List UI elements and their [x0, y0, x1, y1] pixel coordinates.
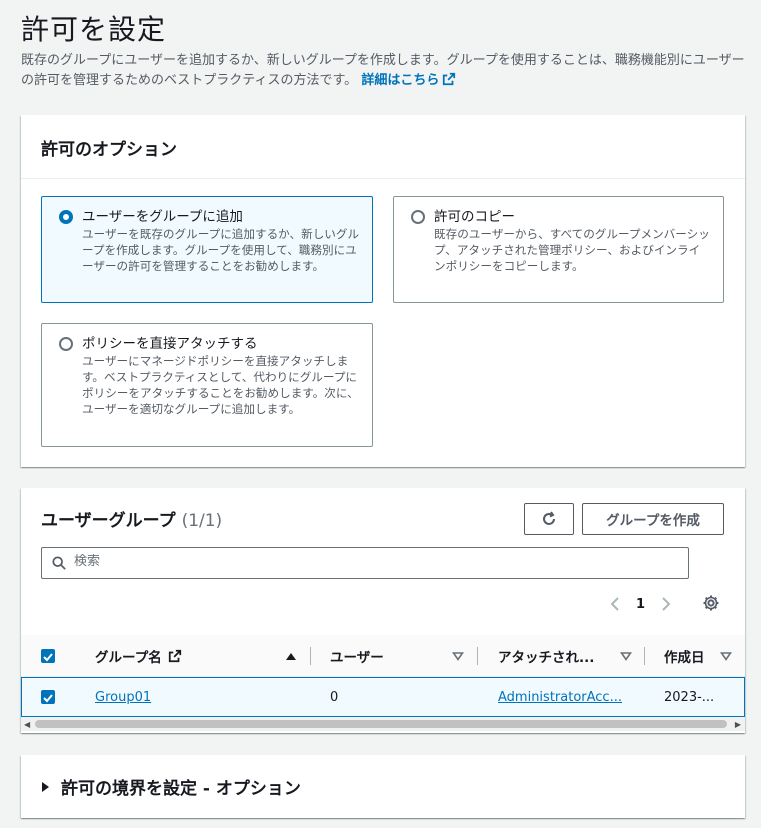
option-title: ユーザーをグループに追加 [82, 209, 243, 225]
pagination: 1 [608, 592, 673, 616]
caret-right-icon [42, 781, 49, 792]
gear-icon[interactable] [702, 594, 720, 612]
option-add-to-group[interactable]: ユーザーをグループに追加 ユーザーを既存のグループに追加するか、新しいグループを… [41, 196, 373, 303]
permission-options-panel: 許可のオプション ユーザーをグループに追加 ユーザーを既存のグループに追加するか… [21, 115, 745, 467]
horizontal-scrollbar[interactable]: ◀ ▶ [21, 717, 745, 731]
sort-ascending-icon[interactable] [285, 651, 297, 661]
scroll-left-icon[interactable]: ◀ [24, 720, 30, 729]
policy-link[interactable]: AdministratorAcc... [498, 690, 622, 705]
page-number[interactable]: 1 [636, 597, 645, 612]
cell-policies: AdministratorAcc... [498, 678, 622, 716]
sort-icon[interactable] [452, 651, 464, 661]
radio-button[interactable] [59, 210, 73, 224]
column-divider[interactable] [310, 647, 311, 665]
row-checkbox[interactable] [41, 690, 55, 704]
refresh-icon [543, 511, 555, 525]
option-desc: ユーザーにマネージドポリシーを直接アタッチします。ベストプラクティスとして、代わ… [82, 354, 359, 416]
groups-title: ユーザーグループ (1/1) [41, 506, 222, 531]
chevron-right-icon[interactable] [659, 596, 673, 612]
cell-created: 2023-... [664, 689, 715, 705]
learn-more-label: 詳細はこちら [361, 73, 440, 88]
option-desc: 既存のユーザーから、すべてのグループメンバーシップ、アタッチされた管理ポリシー、… [434, 227, 710, 273]
option-desc: ユーザーを既存のグループに追加するか、新しいグループを作成します。グループを使用… [82, 227, 360, 273]
scroll-right-icon[interactable]: ▶ [735, 720, 741, 729]
radio-button[interactable] [411, 210, 425, 224]
option-copy-permissions[interactable]: 許可のコピー 既存のユーザーから、すべてのグループメンバーシップ、アタッチされた… [393, 196, 724, 303]
column-users[interactable]: ユーザー [330, 635, 384, 677]
column-created[interactable]: 作成日 [664, 635, 705, 677]
user-groups-panel: ユーザーグループ (1/1) グループを作成 1 グループ名 ユーザー アタッチ… [21, 488, 745, 733]
permissions-boundary-panel[interactable]: 許可の境界を設定 - オプション [21, 755, 745, 818]
column-attached-policies[interactable]: アタッチされ... [498, 635, 594, 677]
radio-button[interactable] [59, 337, 73, 351]
refresh-button[interactable] [524, 503, 574, 535]
page-title: 許可を設定 [21, 13, 167, 46]
search-icon [52, 556, 66, 570]
column-divider[interactable] [477, 647, 478, 665]
select-all-checkbox[interactable] [41, 649, 55, 663]
group-link[interactable]: Group01 [95, 690, 151, 705]
create-group-button[interactable]: グループを作成 [582, 503, 724, 535]
scrollbar-thumb[interactable] [35, 720, 727, 728]
groups-title-text: ユーザーグループ [41, 511, 176, 531]
learn-more-link[interactable]: 詳細はこちら [361, 72, 456, 88]
option-attach-policies[interactable]: ポリシーを直接アタッチする ユーザーにマネージドポリシーを直接アタッチします。ベ… [41, 323, 373, 447]
sort-icon[interactable] [720, 651, 732, 661]
check-icon [43, 653, 53, 662]
external-link-icon [443, 72, 456, 86]
option-title: 許可のコピー [434, 209, 515, 225]
search-box[interactable] [41, 547, 689, 579]
column-label: グループ名 [95, 650, 162, 666]
option-title: ポリシーを直接アタッチする [82, 336, 258, 352]
boundary-title: 許可の境界を設定 - オプション [61, 779, 301, 799]
column-divider[interactable] [644, 647, 645, 665]
external-link-icon [168, 649, 181, 663]
cell-users: 0 [330, 689, 339, 705]
groups-count: (1/1) [181, 511, 223, 531]
cell-group-name: Group01 [95, 678, 151, 716]
page-description: 既存のグループにユーザーを追加するか、新しいグループを作成します。グループを使用… [21, 51, 746, 91]
check-icon [43, 694, 53, 703]
boundary-expander[interactable]: 許可の境界を設定 - オプション [41, 774, 301, 799]
table-row[interactable]: Group01 0 AdministratorAcc... 2023-... [21, 677, 745, 717]
column-group-name[interactable]: グループ名 [95, 635, 182, 677]
search-input[interactable] [74, 554, 674, 569]
sort-icon[interactable] [620, 651, 632, 661]
chevron-left-icon[interactable] [608, 596, 622, 612]
table-header: グループ名 ユーザー アタッチされ... 作成日 [21, 635, 745, 677]
options-header: 許可のオプション [21, 115, 745, 179]
